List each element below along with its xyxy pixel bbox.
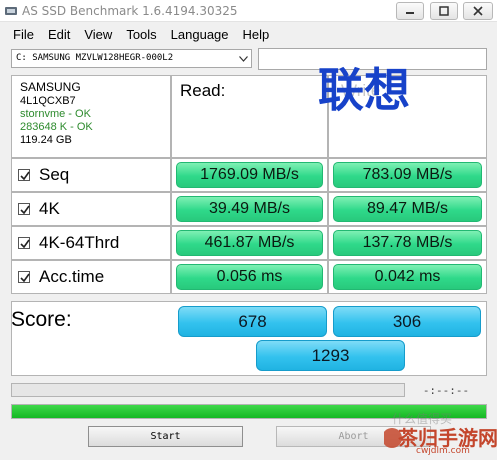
check-icon (20, 239, 30, 249)
seq-read-value: 1769.09 MB/s (176, 162, 323, 188)
read-header-label: Read: (180, 81, 226, 100)
seq-write-value: 783.09 MB/s (333, 162, 482, 188)
close-icon (473, 6, 483, 16)
title-bar: AS SSD Benchmark 1.6.4194.30325 (0, 0, 497, 22)
menu-language[interactable]: Language (164, 25, 236, 45)
minimize-icon (406, 12, 414, 14)
test-progress-bar (11, 383, 405, 397)
4k-read-value: 39.49 MB/s (176, 196, 323, 222)
4k-64thrd-checkbox[interactable] (18, 237, 30, 249)
acc-time-write-value: 0.042 ms (333, 264, 482, 290)
acc-time-read-cell: 0.056 ms (171, 260, 328, 294)
score-total: 1293 (256, 340, 405, 371)
elapsed-timer: -:--:-- (422, 384, 470, 397)
read-column-header: Read: (171, 75, 328, 158)
4k-64thrd-write-cell: 137.78 MB/s (328, 226, 487, 260)
maximize-icon (439, 6, 449, 16)
start-button[interactable]: Start (88, 426, 243, 447)
maximize-button[interactable] (430, 2, 458, 20)
corner-logo-subtext: cwjdlm.com (416, 446, 470, 456)
seq-write-cell: 783.09 MB/s (328, 158, 487, 192)
menu-help[interactable]: Help (236, 25, 277, 45)
app-icon (5, 7, 17, 15)
4k-write-value: 89.47 MB/s (333, 196, 482, 222)
check-icon (20, 205, 30, 215)
menu-edit[interactable]: Edit (41, 25, 77, 45)
menu-tools[interactable]: Tools (119, 25, 163, 45)
4k-64thrd-write-value: 137.78 MB/s (333, 230, 482, 256)
drive-info-panel: SAMSUNG 4L1QCXB7 stornvme - OK 283648 K … (11, 75, 171, 158)
score-write: 306 (333, 306, 481, 337)
4k-64thrd-read-value: 461.87 MB/s (176, 230, 323, 256)
4k-checkbox[interactable] (18, 203, 30, 215)
score-read: 678 (178, 306, 327, 337)
score-label: Score: (11, 308, 72, 331)
acc-time-read-value: 0.056 ms (176, 264, 323, 290)
minimize-button[interactable] (396, 2, 424, 20)
seq-label: Seq (39, 165, 70, 184)
drive-brand: SAMSUNG (20, 80, 81, 94)
drive-size: 119.24 GB (20, 134, 72, 146)
drive-select-value: C: SAMSUNG MZVLW128HEGR-000L2 (16, 53, 174, 63)
4k-read-cell: 39.49 MB/s (171, 192, 328, 226)
4k-64thrd-label: 4K-64Thrd (39, 233, 120, 252)
4k-label: 4K (39, 199, 60, 218)
drive-firmware: 4L1QCXB7 (20, 95, 76, 107)
drive-driver-status: stornvme - OK (20, 108, 91, 120)
chevron-down-icon[interactable] (236, 50, 251, 67)
check-icon (20, 273, 30, 283)
watermark-text: 联想 (318, 63, 410, 117)
acc-time-label: Acc.time (39, 267, 105, 286)
menu-bar: File Edit View Tools Language Help (0, 24, 497, 46)
menu-file[interactable]: File (0, 25, 41, 45)
seq-read-cell: 1769.09 MB/s (171, 158, 328, 192)
window-title: AS SSD Benchmark 1.6.4194.30325 (22, 4, 238, 18)
check-icon (20, 171, 30, 181)
seq-checkbox[interactable] (18, 169, 30, 181)
drive-alignment-status: 283648 K - OK (20, 121, 93, 133)
close-button[interactable] (463, 2, 493, 20)
drive-select[interactable]: C: SAMSUNG MZVLW128HEGR-000L2 (11, 49, 252, 68)
acc-time-write-cell: 0.042 ms (328, 260, 487, 294)
4k-64thrd-read-cell: 461.87 MB/s (171, 226, 328, 260)
test-row-4k-64thrd[interactable]: 4K-64Thrd (11, 226, 171, 260)
acc-time-checkbox[interactable] (18, 271, 30, 283)
4k-write-cell: 89.47 MB/s (328, 192, 487, 226)
test-row-acc-time[interactable]: Acc.time (11, 260, 171, 294)
test-row-4k[interactable]: 4K (11, 192, 171, 226)
menu-view[interactable]: View (77, 25, 119, 45)
test-row-seq[interactable]: Seq (11, 158, 171, 192)
